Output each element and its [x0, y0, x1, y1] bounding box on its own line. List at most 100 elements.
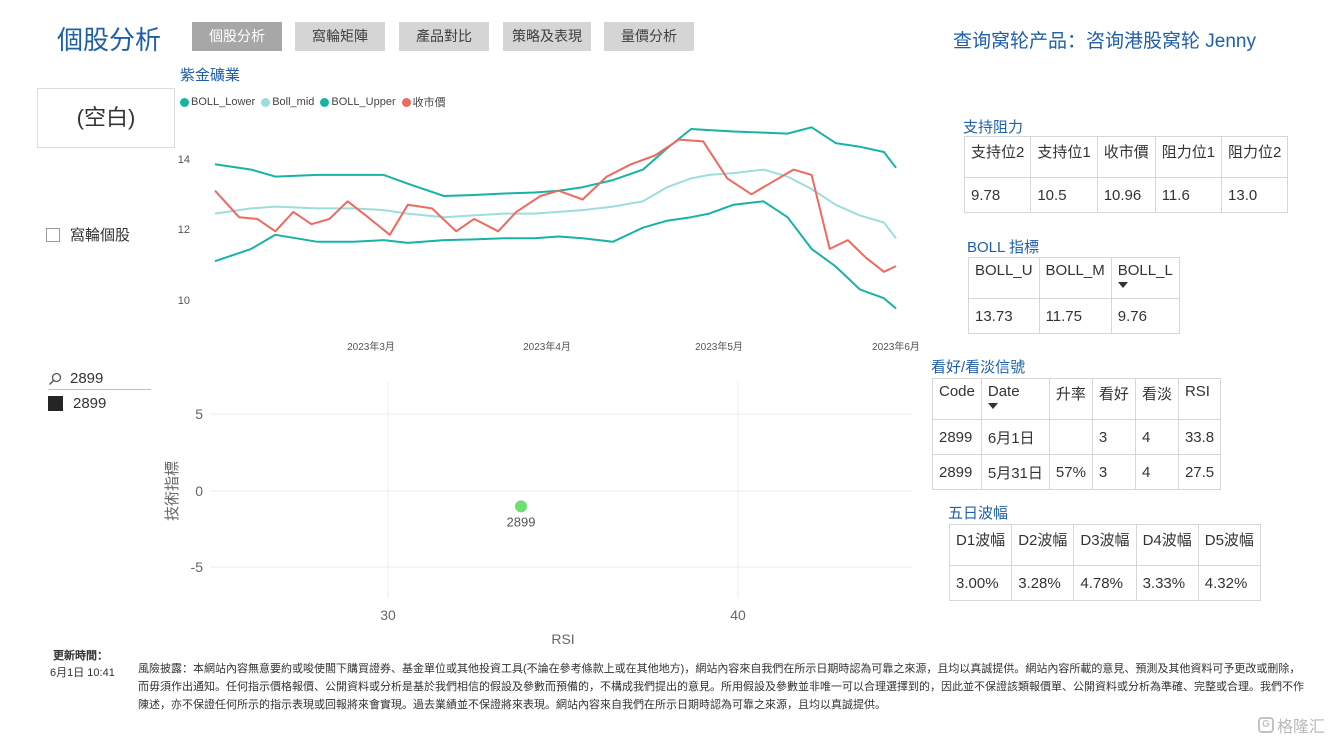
table-row: 2899 5月31日 57% 3 4 27.5	[932, 454, 1222, 490]
column-header-label: D2波幅	[1018, 532, 1068, 549]
column-header-label: 阻力位1	[1161, 144, 1216, 161]
page-title: 個股分析	[57, 25, 162, 55]
column-header-label: RSI	[1184, 383, 1210, 400]
column-header[interactable]: BOLL_L	[1110, 257, 1180, 299]
table-row: 3.00% 3.28% 4.78% 3.33% 4.32%	[948, 565, 1261, 601]
column-header-label: D1波幅	[956, 532, 1006, 549]
column-header[interactable]: D1波幅	[948, 524, 1013, 566]
sort-desc-icon[interactable]	[987, 403, 998, 409]
table-cell: 3	[1091, 454, 1136, 490]
sort-desc-icon[interactable]	[1117, 282, 1128, 288]
column-header[interactable]: 阻力位1	[1154, 136, 1223, 178]
table-cell: 5月31日	[980, 454, 1050, 490]
y-tick-label: 0	[195, 483, 203, 499]
x-tick-label: 2023年3月	[347, 340, 395, 353]
column-header[interactable]: RSI	[1177, 378, 1222, 420]
column-header-label: 支持位2	[971, 144, 1025, 161]
series-line-boll-lower[interactable]	[214, 200, 897, 310]
legend-label: Boll_mid	[272, 96, 315, 108]
slicer-item-2899[interactable]: 2899	[48, 395, 106, 412]
legend-close-price[interactable]: 收市價	[401, 94, 446, 110]
column-header[interactable]: D3波幅	[1073, 524, 1137, 566]
scatter-point-2899[interactable]	[515, 500, 527, 513]
query-title[interactable]: 查询窝轮产品：咨询港股窝轮 Jenny	[953, 26, 1256, 53]
y-tick-label: 5	[195, 406, 203, 422]
y-tick-label: -5	[191, 559, 204, 575]
table-cell: 9.78	[963, 177, 1032, 213]
tab-volume-price[interactable]: 量價分析	[604, 22, 694, 51]
warrant-checkbox[interactable]: 窩輪個股	[46, 224, 130, 245]
table-cell: 6月1日	[980, 419, 1050, 455]
column-header-label: 支持位1	[1037, 144, 1091, 161]
column-header[interactable]: 升率	[1048, 378, 1093, 420]
column-header-label: 看好	[1098, 386, 1129, 403]
x-tick-label: 40	[730, 607, 746, 623]
series-line-boll-upper[interactable]	[214, 126, 897, 197]
column-header-label: BOLL_U	[975, 262, 1033, 279]
column-header[interactable]: Date	[980, 378, 1050, 420]
blank-filter-card[interactable]: (空白)	[37, 88, 175, 148]
column-header[interactable]: 支持位2	[963, 136, 1032, 178]
column-header[interactable]: BOLL_U	[968, 257, 1040, 299]
table-cell: 27.5	[1177, 454, 1222, 490]
five-day-table: D1波幅 D2波幅 D3波幅 D4波幅 D5波幅 3.00% 3.28% 4.78% 3.33%…	[948, 524, 1261, 601]
y-tick-label: 14	[178, 154, 190, 166]
column-header[interactable]: D5波幅	[1197, 524, 1261, 566]
tab-strategy[interactable]: 策略及表現	[503, 22, 591, 51]
table-cell: 3.33%	[1135, 565, 1199, 601]
column-header[interactable]: 看好	[1091, 378, 1136, 420]
legend-boll-mid[interactable]: Boll_mid	[261, 96, 314, 108]
update-time-label: 更新時間：	[53, 650, 108, 662]
checkbox-box[interactable]	[46, 227, 60, 242]
checkbox-label: 窩輪個股	[70, 227, 131, 244]
table-cell: 10.96	[1096, 177, 1156, 213]
table-cell: 4	[1134, 454, 1179, 490]
table-cell: 4.78%	[1073, 565, 1137, 601]
column-header[interactable]: 看淡	[1134, 378, 1179, 420]
boll-indicator-table: BOLL_U BOLL_M BOLL_L 13.73 11.75 9.76	[968, 257, 1180, 334]
y-axis-label: 技術指標	[164, 461, 181, 521]
legend-label: 收市價	[412, 97, 446, 109]
legend-boll-lower[interactable]: BOLL_Lower	[180, 96, 255, 108]
tab-warrant-matrix[interactable]: 窩輪矩陣	[295, 22, 385, 51]
table-cell: 33.8	[1177, 419, 1222, 455]
signals-title: 看好/看淡信號	[931, 359, 1026, 376]
column-header[interactable]: BOLL_M	[1038, 257, 1112, 299]
legend-dot	[261, 97, 271, 107]
column-header-label: BOLL_L	[1117, 262, 1173, 279]
column-header[interactable]: 阻力位2	[1221, 136, 1289, 178]
column-header-label: 阻力位2	[1228, 144, 1282, 161]
selected-box[interactable]	[48, 396, 63, 411]
tab-product-compare[interactable]: 產品對比	[399, 22, 489, 51]
column-header-label: BOLL_M	[1045, 262, 1105, 279]
series-line-close-price[interactable]	[214, 138, 897, 273]
column-header[interactable]: Code	[932, 378, 982, 420]
column-header[interactable]: D4波幅	[1135, 524, 1199, 566]
legend-label: BOLL_Lower	[191, 96, 256, 108]
series-line-boll-mid[interactable]	[214, 168, 897, 239]
table-row: 9.78 10.5 10.96 11.6 13.0	[963, 177, 1289, 213]
column-header-label: 收市價	[1103, 144, 1149, 161]
search-input[interactable]: 2899	[70, 370, 103, 387]
watermark-text: 格隆汇	[1277, 719, 1326, 736]
column-header[interactable]: 支持位1	[1030, 136, 1098, 178]
table-cell: 13.73	[968, 298, 1040, 334]
column-header[interactable]: 收市價	[1096, 136, 1156, 178]
update-time-value: 6月1日 10:41	[50, 667, 115, 679]
y-tick-label: 12	[178, 224, 190, 236]
column-header[interactable]: D2波幅	[1011, 524, 1075, 566]
table-row: 2899 6月1日 3 4 33.8	[932, 419, 1222, 455]
boll-chart-title: 紫金礦業	[180, 67, 241, 84]
x-tick-label: 30	[380, 607, 396, 623]
table-cell	[1048, 419, 1093, 455]
rsi-scatter-chart: 5 0 -5 30 40 RSI 技術指標 2899	[164, 382, 912, 647]
tab-stock-analysis[interactable]: 個股分析	[192, 22, 282, 51]
support-resistance-table: 支持位2 支持位1 收市價 阻力位1 阻力位2 9.78 10.5 10.96 11.6 13.0	[963, 136, 1289, 213]
table-cell: 3.28%	[1011, 565, 1075, 601]
legend-dot	[320, 97, 330, 107]
table-cell: 4.32%	[1197, 565, 1261, 601]
stock-search[interactable]: 2899	[48, 370, 151, 390]
legend-boll-upper[interactable]: BOLL_Upper	[320, 96, 396, 108]
x-tick-label: 2023年5月	[695, 340, 743, 353]
column-header-label: Date	[987, 383, 1020, 400]
